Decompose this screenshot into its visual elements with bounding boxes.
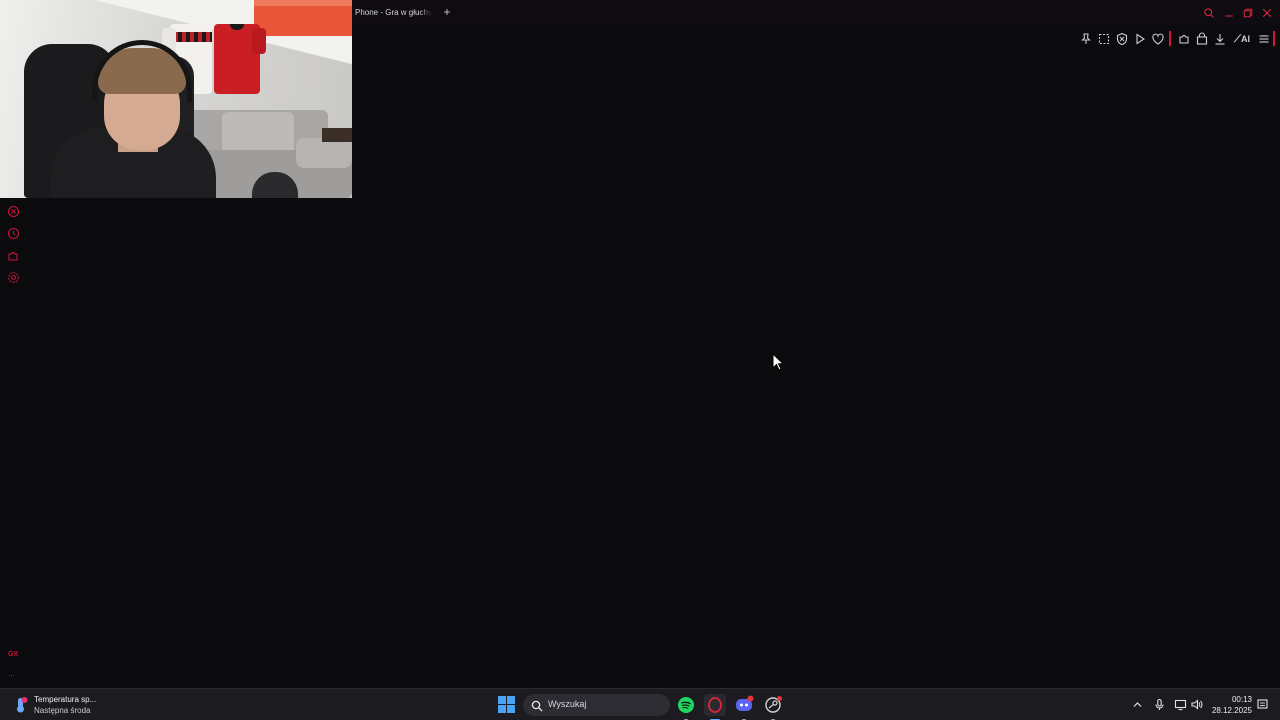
mouse-cursor-icon bbox=[772, 352, 785, 371]
tab-title: Phone - Gra w głuchy telefon bbox=[355, 8, 432, 17]
weather-subtitle: Następna środa bbox=[34, 706, 91, 715]
extensions-icon bbox=[8, 252, 18, 261]
sidebar-item-close-circle[interactable] bbox=[7, 205, 20, 218]
webcam-sofa-arm bbox=[296, 138, 352, 168]
new-tab-button[interactable]: + bbox=[440, 6, 454, 20]
clock-time: 00:13 bbox=[1231, 695, 1252, 704]
minimize-button[interactable] bbox=[1221, 5, 1237, 21]
webcam-overlay bbox=[0, 0, 352, 198]
thermometer-icon bbox=[12, 696, 30, 714]
ai-label: AI bbox=[1241, 34, 1250, 44]
settings-gear-icon bbox=[8, 272, 19, 283]
webcam-flag-fold bbox=[254, 0, 352, 6]
pin-icon[interactable] bbox=[1079, 32, 1093, 46]
wallet-icon[interactable] bbox=[1195, 32, 1209, 46]
snapshot-icon[interactable] bbox=[1097, 32, 1111, 46]
webcam-jersey-sleeve bbox=[252, 28, 266, 54]
discord-icon[interactable] bbox=[733, 694, 755, 720]
gx-logo[interactable]: GX bbox=[8, 651, 18, 658]
taskbar-search[interactable]: Wyszukaj bbox=[523, 694, 670, 716]
extensions-icon[interactable] bbox=[1177, 32, 1191, 46]
desktop: Phone - Gra w głuchy telefon + bbox=[0, 0, 1280, 720]
close-circle-icon bbox=[7, 205, 20, 218]
windows-logo-icon bbox=[498, 696, 506, 704]
weather-title: Temperatura sp... bbox=[34, 695, 97, 704]
tab-active[interactable]: Phone - Gra w głuchy telefon bbox=[350, 3, 432, 23]
shield-icon[interactable] bbox=[1115, 32, 1129, 46]
clock-date: 28.12.2025 bbox=[1211, 706, 1252, 715]
search-tabs-icon[interactable] bbox=[1201, 5, 1217, 21]
volume-icon[interactable] bbox=[1190, 698, 1203, 711]
close-button[interactable] bbox=[1259, 5, 1275, 21]
taskbar-clock[interactable]: 00:13 28.12.2025 bbox=[1208, 694, 1252, 716]
play-icon[interactable] bbox=[1133, 32, 1147, 46]
download-icon[interactable] bbox=[1213, 32, 1227, 46]
taskbar: Temperatura sp... Następna środa Wyszuka… bbox=[0, 688, 1280, 720]
browser-toolbar: ⟋AI bbox=[352, 26, 1280, 52]
menu-icon[interactable] bbox=[1257, 32, 1271, 46]
weather-widget[interactable]: Temperatura sp... Następna środa bbox=[12, 693, 122, 717]
heart-icon[interactable] bbox=[1151, 32, 1165, 46]
opera-gx-icon[interactable] bbox=[704, 694, 726, 720]
toolbar-separator bbox=[1169, 31, 1171, 46]
restore-button[interactable] bbox=[1240, 5, 1256, 21]
spotify-icon[interactable] bbox=[675, 694, 697, 720]
history-clock-icon bbox=[7, 227, 20, 240]
webcam-side-table bbox=[322, 128, 352, 142]
sidebar-more-button[interactable]: ··· bbox=[8, 670, 15, 680]
aria-ai-icon[interactable]: ⟋AI bbox=[1234, 32, 1256, 46]
sidebar: GX ··· bbox=[0, 198, 28, 688]
search-icon bbox=[531, 699, 543, 712]
chevron-up-icon[interactable] bbox=[1131, 698, 1144, 711]
sidebar-item-settings[interactable] bbox=[7, 271, 20, 284]
network-icon[interactable] bbox=[1174, 698, 1187, 711]
search-placeholder: Wyszukaj bbox=[548, 699, 587, 709]
sidebar-item-extensions[interactable] bbox=[7, 249, 20, 262]
notification-icon[interactable] bbox=[1256, 698, 1269, 711]
microphone-icon[interactable] bbox=[1153, 698, 1166, 711]
sidebar-item-history[interactable] bbox=[7, 227, 20, 240]
toolbar-edge-accent bbox=[1273, 31, 1275, 46]
steam-icon[interactable] bbox=[762, 694, 784, 720]
start-button[interactable] bbox=[498, 696, 516, 714]
